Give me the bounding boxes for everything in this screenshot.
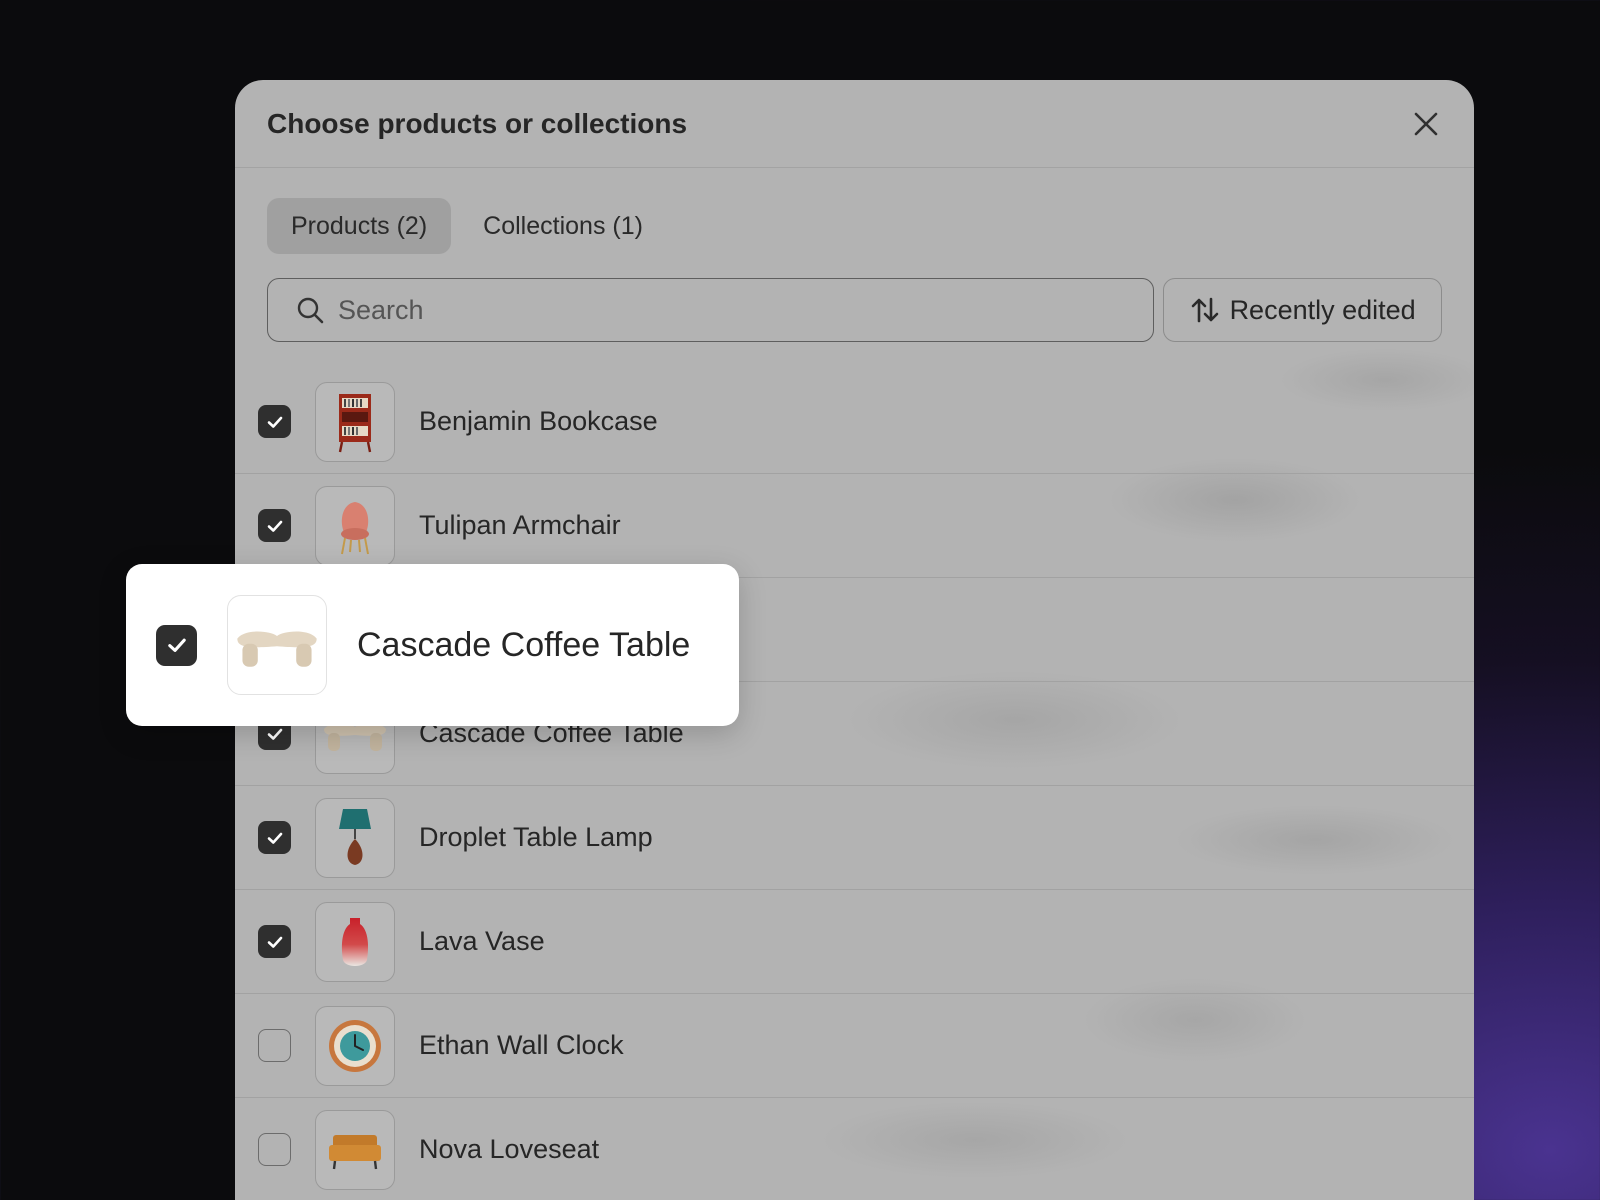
product-name: Lava Vase (419, 926, 545, 956)
list-item[interactable]: Ethan Wall Clock (235, 994, 1474, 1098)
tab-bar: Products (2) Collections (1) (235, 168, 1474, 254)
product-thumbnail (315, 485, 395, 566)
checkbox[interactable] (258, 509, 291, 542)
checkmark-icon (267, 520, 282, 532)
modal-title: Choose products or collections (267, 107, 688, 139)
list-item[interactable]: Nova Loveseat (235, 1098, 1474, 1200)
checkbox[interactable] (258, 925, 291, 958)
product-list: Benjamin Bookcase Tulipan Armchair Casca… (235, 370, 1474, 1200)
product-name: Cascade Coffee Table (357, 625, 691, 664)
product-thumbnail (315, 1005, 395, 1086)
table-lamp-icon (339, 808, 371, 865)
close-icon (1414, 112, 1438, 136)
checkmark-icon (267, 728, 282, 740)
vase-icon (341, 917, 369, 966)
product-name: Nova Loveseat (419, 1134, 600, 1164)
highlighted-product-callout[interactable]: Cascade Coffee Table (126, 564, 739, 726)
checkbox[interactable] (258, 1133, 291, 1166)
checkbox[interactable] (156, 624, 197, 666)
product-name: Droplet Table Lamp (419, 822, 653, 852)
product-thumbnail (315, 381, 395, 462)
checkmark-icon (267, 416, 282, 428)
product-thumbnail (315, 1109, 395, 1190)
armchair-icon (341, 501, 369, 554)
product-thumbnail (315, 901, 395, 982)
list-item[interactable]: Droplet Table Lamp (235, 786, 1474, 890)
list-item[interactable]: Tulipan Armchair (235, 474, 1474, 578)
checkbox[interactable] (258, 821, 291, 854)
checkbox[interactable] (258, 405, 291, 438)
sort-label: Recently edited (1229, 294, 1416, 325)
list-item[interactable]: Benjamin Bookcase (235, 370, 1474, 474)
bookcase-icon (338, 393, 372, 452)
wall-clock-icon (329, 1019, 381, 1072)
search-input[interactable] (338, 294, 1126, 326)
coffee-table-icon (237, 631, 317, 667)
tab-collections[interactable]: Collections (1) (459, 198, 667, 254)
product-thumbnail (227, 595, 327, 695)
product-name: Tulipan Armchair (419, 510, 621, 540)
tab-products[interactable]: Products (2) (267, 198, 452, 254)
search-box[interactable] (267, 278, 1155, 342)
sort-arrows-icon (1191, 297, 1218, 323)
checkbox[interactable] (258, 1029, 291, 1062)
search-icon (297, 297, 324, 324)
search-row: Recently edited (235, 254, 1474, 342)
loveseat-icon (329, 1134, 381, 1169)
checkmark-icon (267, 936, 282, 948)
close-button[interactable] (1408, 106, 1444, 142)
checkmark-icon (167, 638, 186, 652)
checkmark-icon (267, 832, 282, 844)
product-name: Benjamin Bookcase (419, 406, 658, 436)
modal-header: Choose products or collections (235, 80, 1474, 168)
sort-button[interactable]: Recently edited (1163, 278, 1442, 342)
product-thumbnail (315, 797, 395, 878)
list-item[interactable]: Lava Vase (235, 890, 1474, 994)
product-name: Ethan Wall Clock (419, 1030, 624, 1060)
